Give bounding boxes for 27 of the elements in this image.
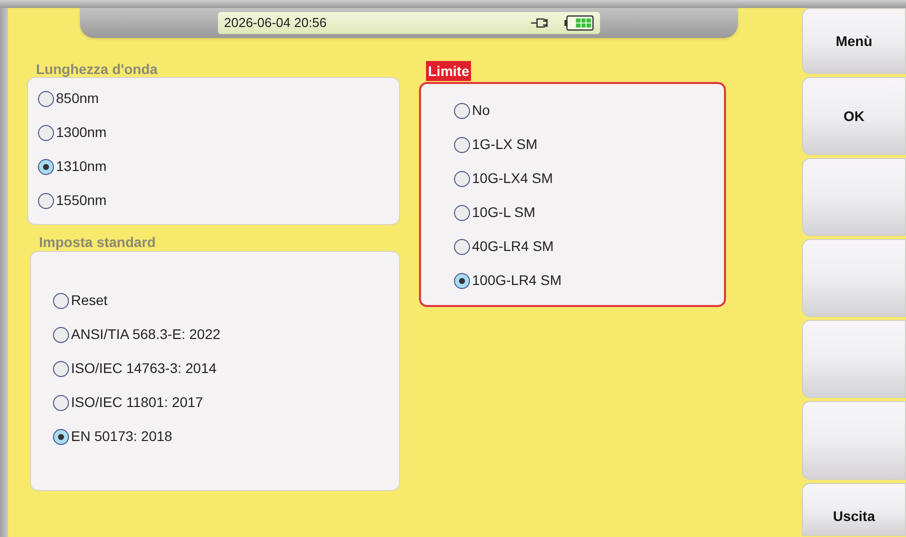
radio-option[interactable]: ISO/IEC 11801: 2017 [53, 392, 204, 413]
side-button[interactable]: Menù [802, 8, 906, 74]
blank-side-button[interactable] [802, 401, 906, 480]
radio-option[interactable]: No [454, 100, 490, 121]
radio-option[interactable]: 1550nm [38, 190, 107, 211]
section-title: Limite [426, 61, 472, 81]
radio-option[interactable]: ISO/IEC 14763-3: 2014 [53, 358, 217, 379]
radio-option[interactable]: EN 50173: 2018 [53, 426, 172, 447]
blank-side-button[interactable] [802, 239, 906, 317]
radio-option[interactable]: 850nm [38, 88, 99, 109]
radio-option[interactable]: 10G-LX4 SM [454, 168, 553, 189]
radio-option[interactable]: 10G-L SM [454, 202, 536, 223]
blank-side-button[interactable] [802, 158, 906, 236]
radio-option[interactable]: 1G-LX SM [454, 134, 538, 155]
radio-option[interactable]: ANSI/TIA 568.3-E: 2022 [53, 324, 220, 345]
date-time: 2026-06-04 20:56 [224, 14, 327, 32]
side-button[interactable]: OK [802, 77, 906, 155]
battery-icon [564, 15, 594, 31]
section-title: Imposta standard [38, 233, 157, 251]
radio-option[interactable]: 100G-LR4 SM [454, 270, 562, 291]
blank-side-button[interactable] [802, 320, 906, 398]
side-button[interactable]: Uscita [802, 483, 906, 536]
radio-option[interactable]: 1300nm [38, 122, 107, 143]
radio-option[interactable]: 1310nm [38, 156, 107, 177]
radio-option[interactable]: 40G-LR4 SM [454, 236, 554, 257]
radio-option[interactable]: Reset [53, 290, 108, 311]
section-title: Lunghezza d'onda [35, 61, 159, 77]
